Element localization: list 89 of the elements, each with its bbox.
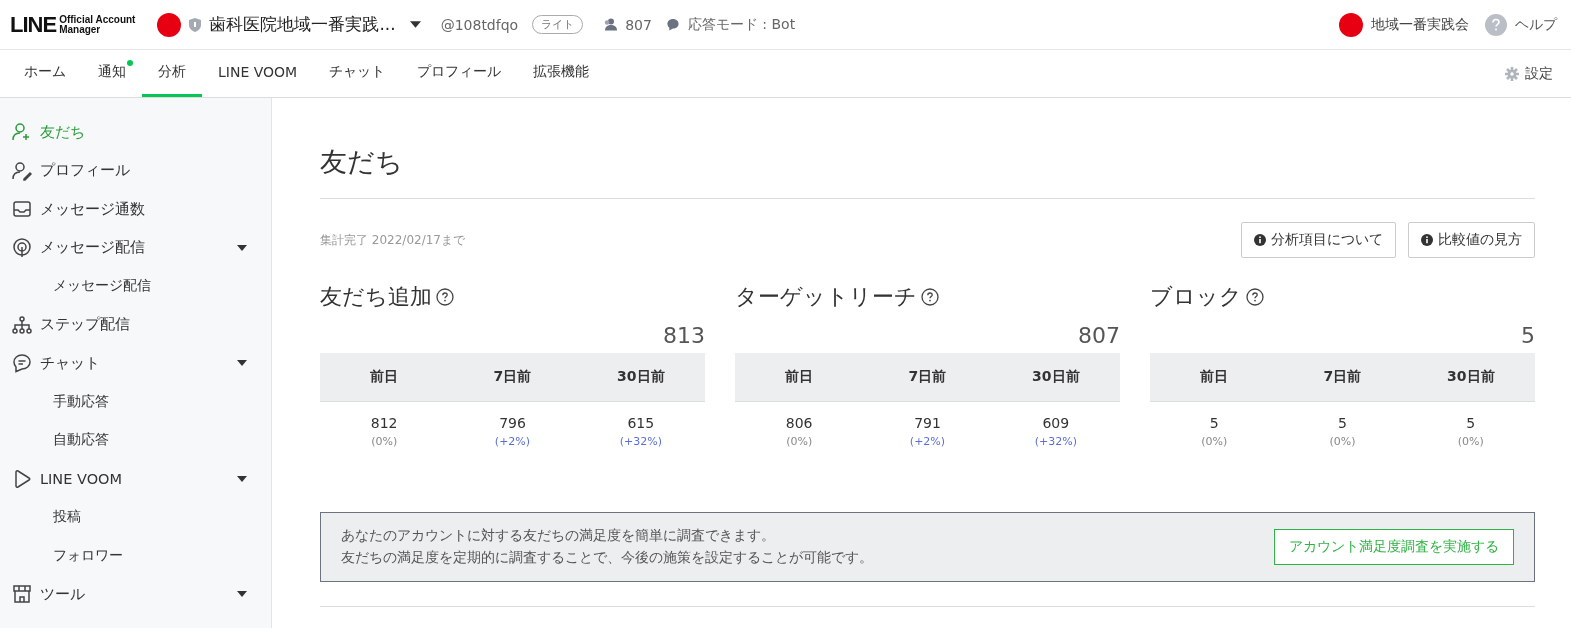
help-icon[interactable] xyxy=(921,288,939,306)
sidebar-item[interactable]: プロフィール xyxy=(0,151,271,190)
chat-bubble-icon xyxy=(665,18,680,31)
caret-icon[interactable] xyxy=(237,244,247,251)
compare-value: 5 xyxy=(1338,415,1347,431)
info-icon xyxy=(1254,234,1266,246)
compare-value: 5 xyxy=(1466,415,1476,431)
nav-tab[interactable]: 拡張機能 xyxy=(517,50,606,97)
change-percent: (+32%) xyxy=(1034,435,1077,448)
nav-tab[interactable]: ホーム xyxy=(8,50,82,97)
response-mode[interactable]: 応答モード : Bot xyxy=(687,15,796,34)
friends-count: 807 xyxy=(625,16,652,33)
hierarchy-icon xyxy=(12,314,32,335)
compare-value: 806 xyxy=(785,415,813,431)
sidebar-subitem[interactable]: 投稿 xyxy=(0,498,271,537)
sidebar-item[interactable]: メッセージ通数 xyxy=(0,190,271,229)
compare-value: 791 xyxy=(914,415,941,431)
logo-subtitle: Official Account Manager xyxy=(59,14,136,35)
user-name[interactable]: 地域一番実践会 xyxy=(1371,15,1469,34)
play-icon xyxy=(12,468,32,489)
column-header: 30日前 xyxy=(991,353,1120,402)
compare-value: 5 xyxy=(1209,415,1219,431)
help-icon[interactable] xyxy=(1246,288,1264,306)
help-link[interactable]: ヘルプ xyxy=(1515,15,1557,34)
settings-link[interactable]: 設定 xyxy=(1525,64,1553,83)
sidebar-subitem[interactable]: 手動応答 xyxy=(0,382,271,421)
info-button[interactable]: 分析項目について xyxy=(1241,222,1396,258)
sidebar-subitem[interactable]: メッセージ配信 xyxy=(0,267,271,306)
change-percent: (0%) xyxy=(1329,435,1356,448)
tray-icon xyxy=(12,199,32,220)
compare-value: 609 xyxy=(1042,415,1070,431)
sidebar-item[interactable]: チャット xyxy=(0,344,271,383)
caret-icon[interactable] xyxy=(237,360,247,367)
broadcast-icon xyxy=(12,237,32,258)
column-header: 30日前 xyxy=(576,353,705,402)
chat-icon xyxy=(12,353,32,374)
compare-value: 615 xyxy=(627,415,655,431)
caret-icon[interactable] xyxy=(237,475,247,482)
shield-icon xyxy=(189,17,202,32)
change-percent: (+2%) xyxy=(494,435,531,448)
survey-text: あなたのアカウントに対する友だちの満足度を簡単に調査できます。 xyxy=(341,527,776,545)
nav-tab[interactable]: 通知 xyxy=(82,50,142,97)
updated-note: 集計完了 2022/02/17まで xyxy=(320,231,465,249)
sidebar-subitem[interactable]: 自動応答 xyxy=(0,421,271,460)
help-icon[interactable] xyxy=(436,288,454,306)
column-header: 30日前 xyxy=(1406,353,1535,402)
change-percent: (+32%) xyxy=(619,435,662,448)
account-avatar xyxy=(157,12,182,37)
person-add-icon xyxy=(12,122,32,143)
sidebar-item[interactable]: メッセージ配信 xyxy=(0,228,271,267)
user-avatar[interactable] xyxy=(1339,12,1363,37)
column-header: 7日前 xyxy=(863,353,992,402)
nav-tab[interactable]: プロフィール xyxy=(401,50,518,97)
metric-total: 813 xyxy=(663,322,705,348)
change-percent: (+2%) xyxy=(909,435,946,448)
caret-icon[interactable] xyxy=(237,591,247,598)
people-icon xyxy=(603,18,618,31)
compare-value: 796 xyxy=(499,415,526,431)
change-percent: (0%) xyxy=(1457,435,1484,448)
page-title: 友だち xyxy=(320,98,1535,199)
info-icon xyxy=(1421,234,1433,246)
account-name[interactable]: 歯科医院地域一番実践... xyxy=(209,13,396,36)
column-header: 前日 xyxy=(320,353,449,402)
metric-total: 807 xyxy=(1078,322,1120,348)
shop-icon xyxy=(12,584,32,605)
info-button[interactable]: 比較値の見方 xyxy=(1408,222,1535,258)
nav-tab[interactable]: LINE VOOM xyxy=(202,50,314,97)
column-header: 7日前 xyxy=(1278,353,1407,402)
sidebar-subitem[interactable]: フォロワー xyxy=(0,536,271,575)
sidebar-item[interactable]: ステップ配信 xyxy=(0,305,271,344)
nav-tab[interactable]: チャット xyxy=(313,50,402,97)
metric-title: 友だち追加 xyxy=(320,283,432,311)
logo-wordmark: LINE xyxy=(10,11,57,38)
account-id: @108tdfqo xyxy=(440,16,519,33)
column-header: 前日 xyxy=(1150,353,1279,402)
person-edit-icon xyxy=(12,160,32,181)
column-header: 前日 xyxy=(735,353,864,402)
change-percent: (0%) xyxy=(371,435,398,448)
metric-total: 5 xyxy=(1521,322,1535,348)
metric-title: ターゲットリーチ xyxy=(735,283,917,311)
sidebar-item[interactable]: LINE VOOM xyxy=(0,459,271,498)
change-percent: (0%) xyxy=(1201,435,1228,448)
compare-value: 812 xyxy=(370,415,398,431)
metric-title: ブロック xyxy=(1150,283,1242,311)
sidebar-item[interactable]: ツール xyxy=(0,575,271,614)
survey-text: 友だちの満足度を定期的に調査することで、今後の施策を設定することが可能です。 xyxy=(341,549,873,567)
column-header: 7日前 xyxy=(448,353,577,402)
caret-icon[interactable] xyxy=(409,21,421,28)
change-percent: (0%) xyxy=(786,435,813,448)
